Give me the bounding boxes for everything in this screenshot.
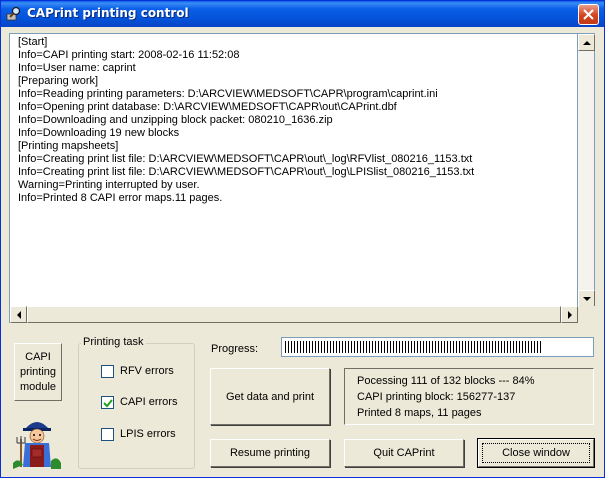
progress-fill <box>285 341 541 353</box>
scroll-right-button[interactable] <box>561 306 578 323</box>
resume-printing-button[interactable]: Resume printing <box>210 439 330 467</box>
module-label-line: CAPI <box>25 351 51 363</box>
log-line: Info=Creating print list file: D:\ARCVIE… <box>18 166 475 178</box>
log-line: Info=Downloading 19 new blocks <box>18 127 180 139</box>
log-line: Info=Printed 8 CAPI error maps.11 pages. <box>18 192 223 204</box>
close-icon <box>583 9 594 20</box>
status-panel: Pocessing 111 of 132 blocks --- 84% CAPI… <box>344 368 594 425</box>
arrow-down-icon <box>583 297 591 301</box>
status-block-text: CAPI printing block: 156277-137 <box>357 391 516 403</box>
log-line: Info=CAPI printing start: 2008-02-16 11:… <box>18 49 240 61</box>
title-bar[interactable]: CAPrint printing control <box>1 1 604 27</box>
quit-caprint-button[interactable]: Quit CAPrint <box>344 439 464 467</box>
rfv-errors-label[interactable]: RFV errors <box>120 365 174 377</box>
magnifier-printer-icon <box>6 6 21 21</box>
scroll-left-button[interactable] <box>10 306 27 323</box>
log-lines: [Start] Info=CAPI printing start: 2008-0… <box>18 36 474 205</box>
progress-label: Progress: <box>211 343 259 355</box>
caprint-window: CAPrint printing control [Start] Info=CA… <box>0 0 605 478</box>
status-progress-text: Pocessing 111 of 132 blocks --- 84% <box>357 375 535 387</box>
log-line: Info=User name: caprint <box>18 62 136 74</box>
log-line: Info=Creating print list file: D:\ARCVIE… <box>18 153 473 165</box>
get-data-and-print-button[interactable]: Get data and print <box>210 368 330 425</box>
arrow-up-icon <box>583 41 591 45</box>
farmer-mascot-icon <box>13 417 61 469</box>
log-line: Info=Opening print database: D:\ARCVIEW\… <box>18 101 397 113</box>
log-textarea[interactable]: [Start] Info=CAPI printing start: 2008-0… <box>9 33 578 323</box>
scroll-up-button[interactable] <box>578 34 595 51</box>
vertical-scrollbar[interactable] <box>578 33 595 307</box>
checkmark-icon <box>103 399 113 408</box>
log-line: Info=Reading printing parameters: D:\ARC… <box>18 88 438 100</box>
log-line: [Printing mapsheets] <box>18 140 119 152</box>
lpis-errors-label[interactable]: LPIS errors <box>120 428 176 440</box>
printing-task-title: Printing task <box>81 336 146 348</box>
close-window-title-button[interactable] <box>578 4 599 25</box>
log-line: Warning=Printing interrupted by user. <box>18 179 200 191</box>
scroll-down-button[interactable] <box>578 290 595 307</box>
horizontal-scrollbar[interactable] <box>10 306 578 323</box>
status-printed-text: Printed 8 maps, 11 pages <box>357 407 482 419</box>
arrow-right-icon <box>568 311 572 319</box>
scrollbar-corner <box>578 306 595 323</box>
progress-bar <box>281 337 594 357</box>
capi-errors-label[interactable]: CAPI errors <box>120 396 177 408</box>
log-line: [Start] <box>18 36 48 48</box>
horizontal-scroll-thumb[interactable] <box>27 306 561 323</box>
capi-errors-checkbox[interactable] <box>101 396 114 409</box>
lpis-errors-checkbox[interactable] <box>101 428 114 441</box>
module-label-line: printing <box>19 366 57 378</box>
module-label-line: module <box>19 381 57 393</box>
window-title: CAPrint printing control <box>27 6 189 20</box>
log-line: Info=Downloading and unzipping block pac… <box>18 114 333 126</box>
arrow-left-icon <box>17 311 21 319</box>
log-line: [Preparing work] <box>18 75 99 87</box>
module-label: CAPI printing module <box>14 343 62 401</box>
rfv-errors-checkbox[interactable] <box>101 365 114 378</box>
close-window-button[interactable]: Close window <box>477 438 595 468</box>
